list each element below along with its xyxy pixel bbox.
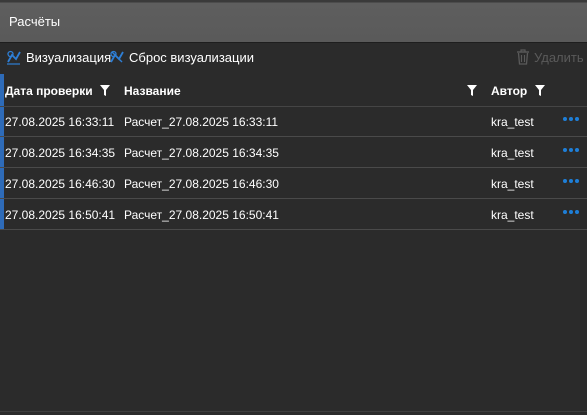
- cell-date: 27.08.2025 16:34:35: [5, 146, 116, 160]
- filter-icon[interactable]: [535, 85, 545, 96]
- visualize-icon: [7, 50, 21, 65]
- table-row[interactable]: 27.08.2025 16:50:41 Расчет_27.08.2025 16…: [0, 199, 587, 230]
- more-options-icon[interactable]: [562, 114, 580, 124]
- cell-author: kra_test: [491, 208, 534, 222]
- filter-icon[interactable]: [100, 85, 110, 96]
- more-options-icon[interactable]: [562, 207, 580, 217]
- delete-button[interactable]: Удалить: [516, 48, 584, 66]
- calculations-panel: Расчёты Визуализация Сброс визуализации: [0, 0, 587, 415]
- panel-bottom-divider: [0, 411, 587, 412]
- cell-author: kra_test: [491, 115, 534, 129]
- table-row[interactable]: 27.08.2025 16:46:30 Расчет_27.08.2025 16…: [0, 168, 587, 199]
- reset-visualization-label: Сброс визуализации: [129, 49, 254, 65]
- reset-visualization-icon: [110, 50, 124, 63]
- cell-author: kra_test: [491, 177, 534, 191]
- cell-name: Расчет_27.08.2025 16:34:35: [124, 146, 279, 160]
- toolbar: Визуализация Сброс визуализации Удалить: [0, 43, 587, 71]
- more-options-icon[interactable]: [562, 176, 580, 186]
- table-row[interactable]: 27.08.2025 16:33:11 Расчет_27.08.2025 16…: [0, 106, 587, 137]
- column-header-name[interactable]: Название: [124, 84, 181, 98]
- cell-name: Расчет_27.08.2025 16:46:30: [124, 177, 279, 191]
- more-options-icon[interactable]: [562, 145, 580, 155]
- table-row[interactable]: 27.08.2025 16:34:35 Расчет_27.08.2025 16…: [0, 137, 587, 168]
- cell-date: 27.08.2025 16:50:41: [5, 208, 116, 222]
- delete-label: Удалить: [534, 49, 584, 65]
- cell-date: 27.08.2025 16:33:11: [5, 115, 115, 129]
- panel-titlebar: Расчёты: [0, 0, 587, 43]
- cell-date: 27.08.2025 16:46:30: [5, 177, 116, 191]
- panel-title: Расчёты: [9, 14, 61, 29]
- visualize-button[interactable]: Визуализация: [6, 48, 111, 66]
- column-header-author[interactable]: Автор: [491, 84, 527, 98]
- filter-icon[interactable]: [467, 85, 477, 96]
- reset-visualization-button[interactable]: Сброс визуализации: [109, 48, 254, 66]
- cell-name: Расчет_27.08.2025 16:33:11: [124, 115, 279, 129]
- table-header: Дата проверки Название Автор: [0, 74, 587, 107]
- column-header-date[interactable]: Дата проверки: [5, 84, 93, 98]
- cell-name: Расчет_27.08.2025 16:50:41: [124, 208, 279, 222]
- visualize-label: Визуализация: [26, 49, 112, 65]
- cell-author: kra_test: [491, 146, 534, 160]
- trash-icon: [517, 49, 529, 65]
